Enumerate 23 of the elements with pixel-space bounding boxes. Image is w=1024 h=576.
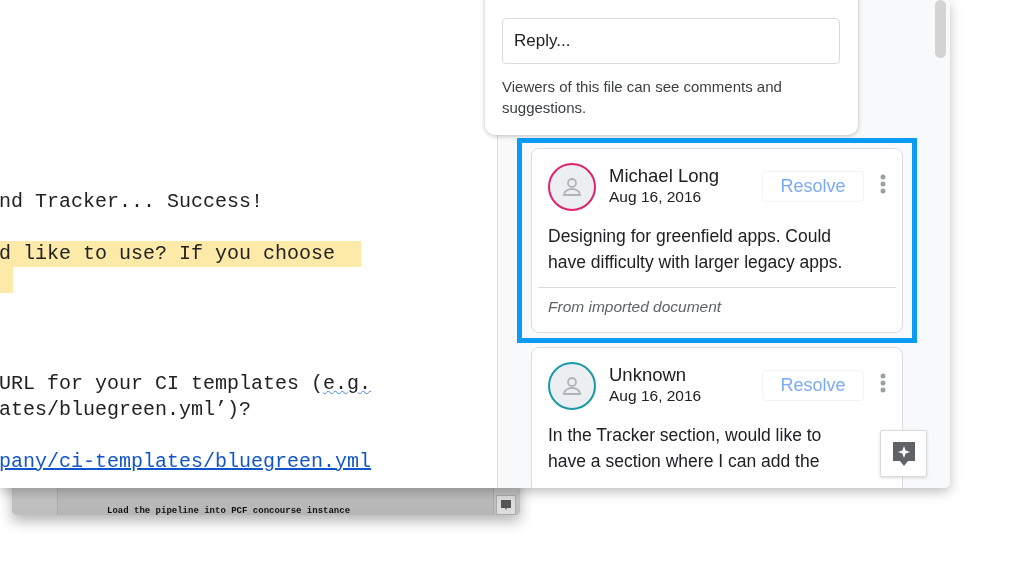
add-comment-icon <box>890 439 917 468</box>
comment-date: Aug 16, 2016 <box>609 386 703 406</box>
document-link[interactable]: pany/ci-templates/bluegreen.yml <box>0 449 372 475</box>
add-comment-button[interactable] <box>880 430 927 477</box>
comment-source: From imported document <box>538 287 896 332</box>
comment-icon[interactable] <box>496 495 516 515</box>
document-line: Load the pipeline into PCF concourse instance <box>107 506 351 516</box>
comment-frame[interactable]: Unknown Aug 16, 2016 Resolve In the Tracker section, would like to have a section where I can add the <box>517 347 917 488</box>
visibility-notice: Viewers of this file can see comments and suggestions. <box>502 77 783 118</box>
comment-text: In the Tracker section, would like to have a section where I can add the <box>547 424 823 473</box>
comment-date: Aug 16, 2016 <box>609 187 703 207</box>
document-line: URL for your CI templates (e.g. <box>0 371 372 397</box>
document-line: ates/bluegreen.yml’)? <box>0 397 252 423</box>
reply-field[interactable]: Reply... <box>502 18 840 64</box>
selected-comment-frame[interactable]: Michael Long Aug 16, 2016 Resolve Designing for greenfield apps. Could have difficulty with larger legacy apps. From imported document <box>517 138 917 343</box>
comment-text: Designing for greenfield apps. Could have difficulty with larger legacy apps. <box>547 225 844 274</box>
author-name: Unknown <box>609 364 688 386</box>
more-icon[interactable] <box>880 373 886 393</box>
highlight-mark <box>0 267 13 293</box>
more-icon[interactable] <box>880 174 886 194</box>
author-name: Michael Long <box>609 165 721 187</box>
scrollbar[interactable] <box>935 0 946 58</box>
document-line: nd Tracker... Success! <box>0 189 264 215</box>
